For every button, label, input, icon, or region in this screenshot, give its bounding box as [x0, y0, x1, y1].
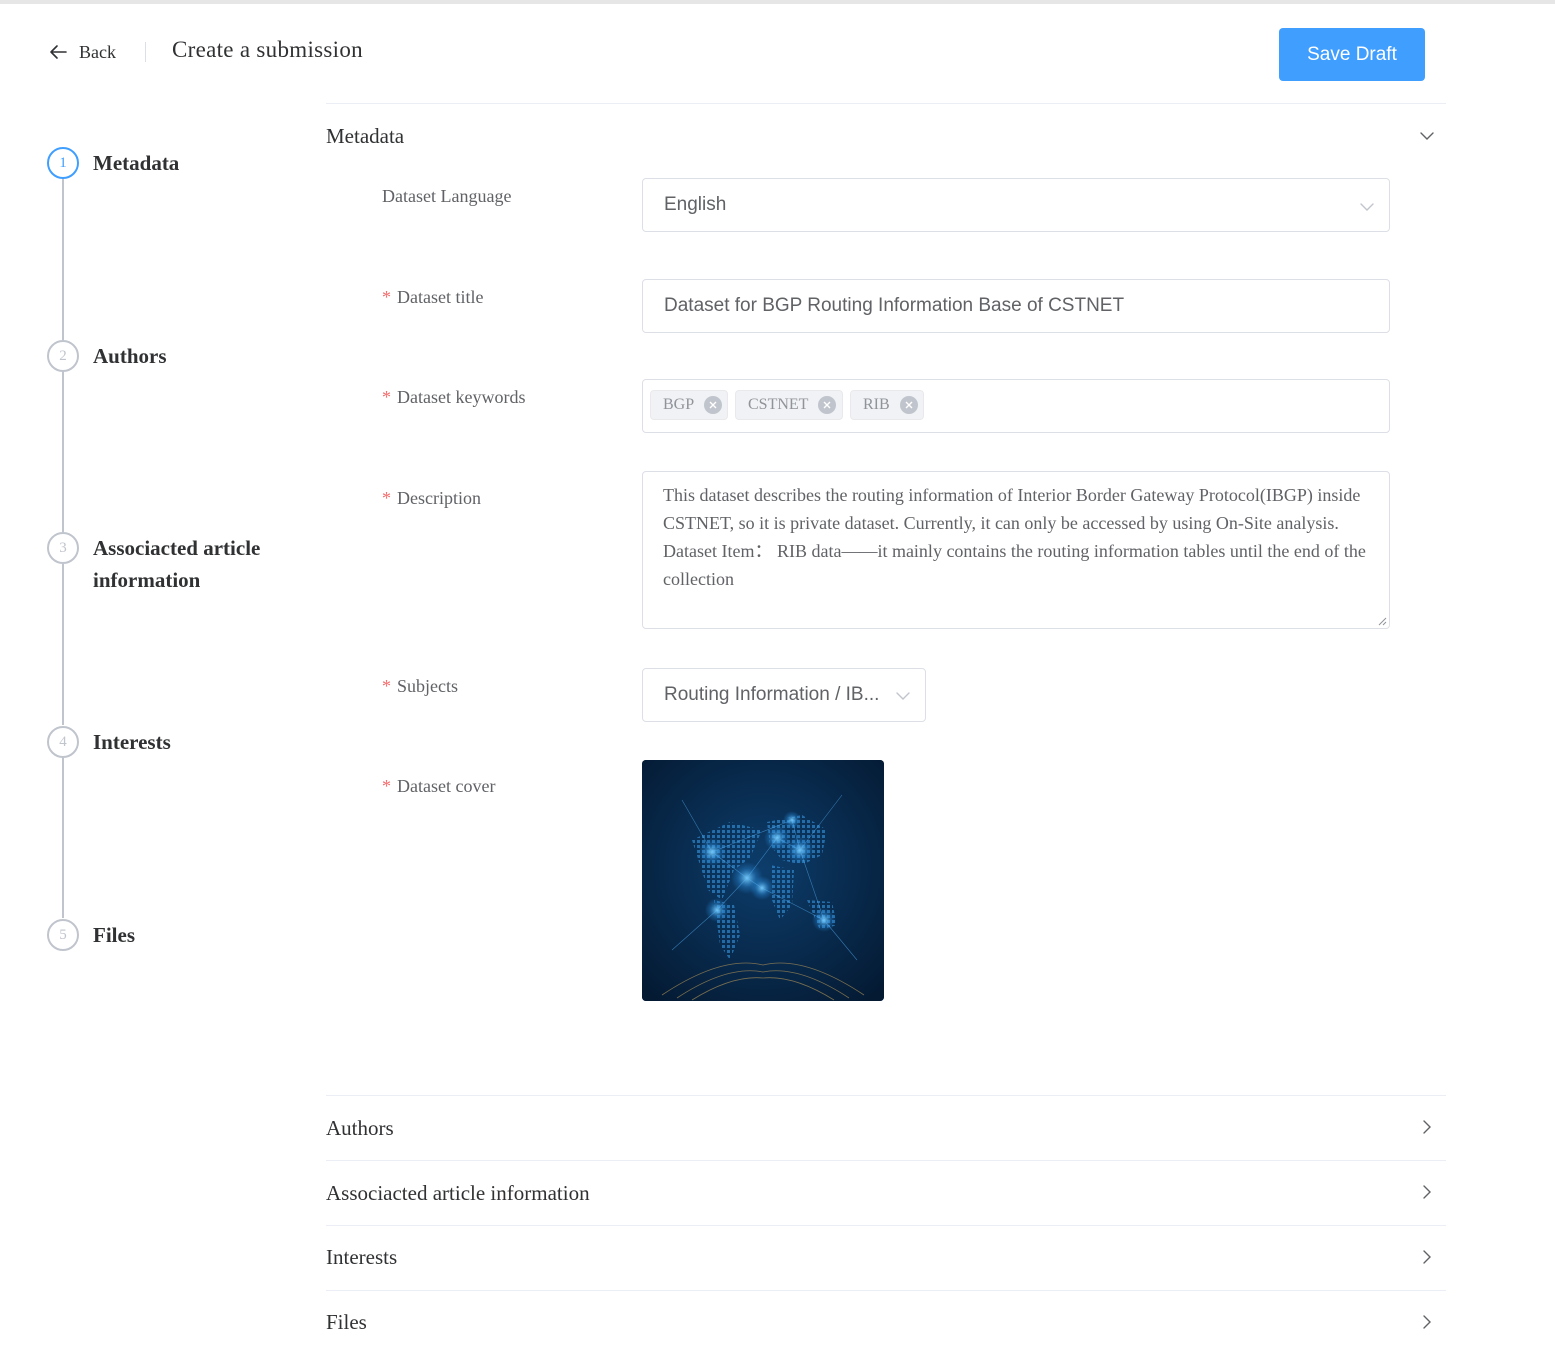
step-label: Associacted article information — [93, 536, 261, 592]
keyword-tag: CSTNET — [735, 390, 843, 420]
step-connector — [62, 178, 64, 340]
collapse-header-files[interactable]: Files — [326, 1310, 367, 1335]
world-map-image — [642, 760, 884, 1001]
dataset-title-input[interactable]: Dataset for BGP Routing Information Base… — [642, 279, 1390, 333]
chevron-down-icon — [1360, 203, 1374, 211]
step-label: Files — [93, 923, 135, 947]
step-number: 5 — [47, 919, 79, 951]
description-value: This dataset describes the routing infor… — [663, 485, 1366, 589]
keyword-tag-label: RIB — [863, 396, 890, 413]
dataset-cover-image[interactable] — [642, 760, 884, 1001]
dataset-title-label: * Dataset title — [382, 287, 483, 308]
language-label: Dataset Language — [382, 186, 512, 206]
header-divider — [145, 42, 146, 62]
save-draft-button[interactable]: Save Draft — [1279, 28, 1425, 81]
step-number: 3 — [47, 532, 79, 564]
step-label: Interests — [93, 730, 171, 754]
keywords-label-text: Dataset keywords — [397, 387, 526, 407]
back-label: Back — [79, 41, 116, 62]
collapse-header-authors[interactable]: Authors — [326, 1116, 394, 1141]
collapse-header-interests[interactable]: Interests — [326, 1245, 397, 1270]
required-mark: * — [382, 776, 391, 796]
step-connector — [62, 371, 64, 532]
cover-label: * Dataset cover — [382, 776, 495, 797]
close-icon[interactable] — [899, 396, 918, 414]
divider — [326, 1160, 1446, 1161]
top-border — [0, 0, 1555, 4]
arrow-left-icon — [50, 45, 67, 59]
step-number: 2 — [47, 340, 79, 372]
cover-label-text: Dataset cover — [397, 776, 496, 796]
divider — [326, 1290, 1446, 1291]
keyword-tag: RIB — [850, 390, 924, 420]
language-select[interactable]: English — [642, 178, 1390, 232]
step-number: 4 — [47, 726, 79, 758]
keyword-tag-label: BGP — [663, 396, 695, 413]
step-connector — [62, 757, 64, 918]
step-metadata[interactable]: 1 Metadata — [47, 147, 283, 179]
subjects-label: * Subjects — [382, 676, 458, 697]
subjects-value: Routing Information / IB... — [664, 684, 880, 705]
divider — [326, 103, 1446, 104]
dataset-title-label-text: Dataset title — [397, 287, 484, 307]
description-label-text: Description — [397, 488, 481, 508]
subjects-select[interactable]: Routing Information / IB... — [642, 668, 926, 722]
step-label: Metadata — [93, 151, 180, 175]
chevron-right-icon[interactable] — [1418, 1248, 1436, 1266]
chevron-right-icon[interactable] — [1418, 1313, 1436, 1331]
step-associated-article[interactable]: 3 Associacted article information — [47, 532, 283, 596]
close-icon[interactable] — [818, 396, 837, 414]
collapse-header-metadata[interactable]: Metadata — [326, 124, 404, 149]
description-label: * Description — [382, 488, 481, 509]
close-icon[interactable] — [704, 396, 723, 414]
resize-handle-icon[interactable] — [1375, 614, 1387, 626]
step-authors[interactable]: 2 Authors — [47, 340, 283, 372]
divider — [326, 1225, 1446, 1226]
keywords-input[interactable]: BGP CSTNET RIB — [642, 379, 1390, 433]
description-textarea[interactable]: This dataset describes the routing infor… — [642, 471, 1390, 629]
step-number: 1 — [47, 147, 79, 179]
required-mark: * — [382, 387, 391, 407]
chevron-right-icon[interactable] — [1418, 1183, 1436, 1201]
chevron-right-icon[interactable] — [1418, 1118, 1436, 1136]
chevron-down-icon[interactable] — [1418, 127, 1436, 145]
required-mark: * — [382, 676, 391, 696]
keyword-tag: BGP — [650, 390, 728, 420]
required-mark: * — [382, 488, 391, 508]
chevron-down-icon — [896, 692, 910, 700]
step-label: Authors — [93, 344, 167, 368]
step-interests[interactable]: 4 Interests — [47, 726, 283, 758]
divider — [326, 1095, 1446, 1096]
step-files[interactable]: 5 Files — [47, 919, 283, 951]
dataset-title-value: Dataset for BGP Routing Information Base… — [664, 295, 1125, 316]
back-button[interactable]: Back — [48, 40, 116, 64]
required-mark: * — [382, 287, 391, 307]
subjects-label-text: Subjects — [397, 676, 458, 696]
collapse-header-associated-article[interactable]: Associacted article information — [326, 1181, 590, 1206]
keywords-label: * Dataset keywords — [382, 387, 525, 408]
keyword-tag-label: CSTNET — [748, 396, 809, 413]
language-value: English — [664, 194, 727, 215]
page-title: Create a submission — [172, 37, 363, 62]
